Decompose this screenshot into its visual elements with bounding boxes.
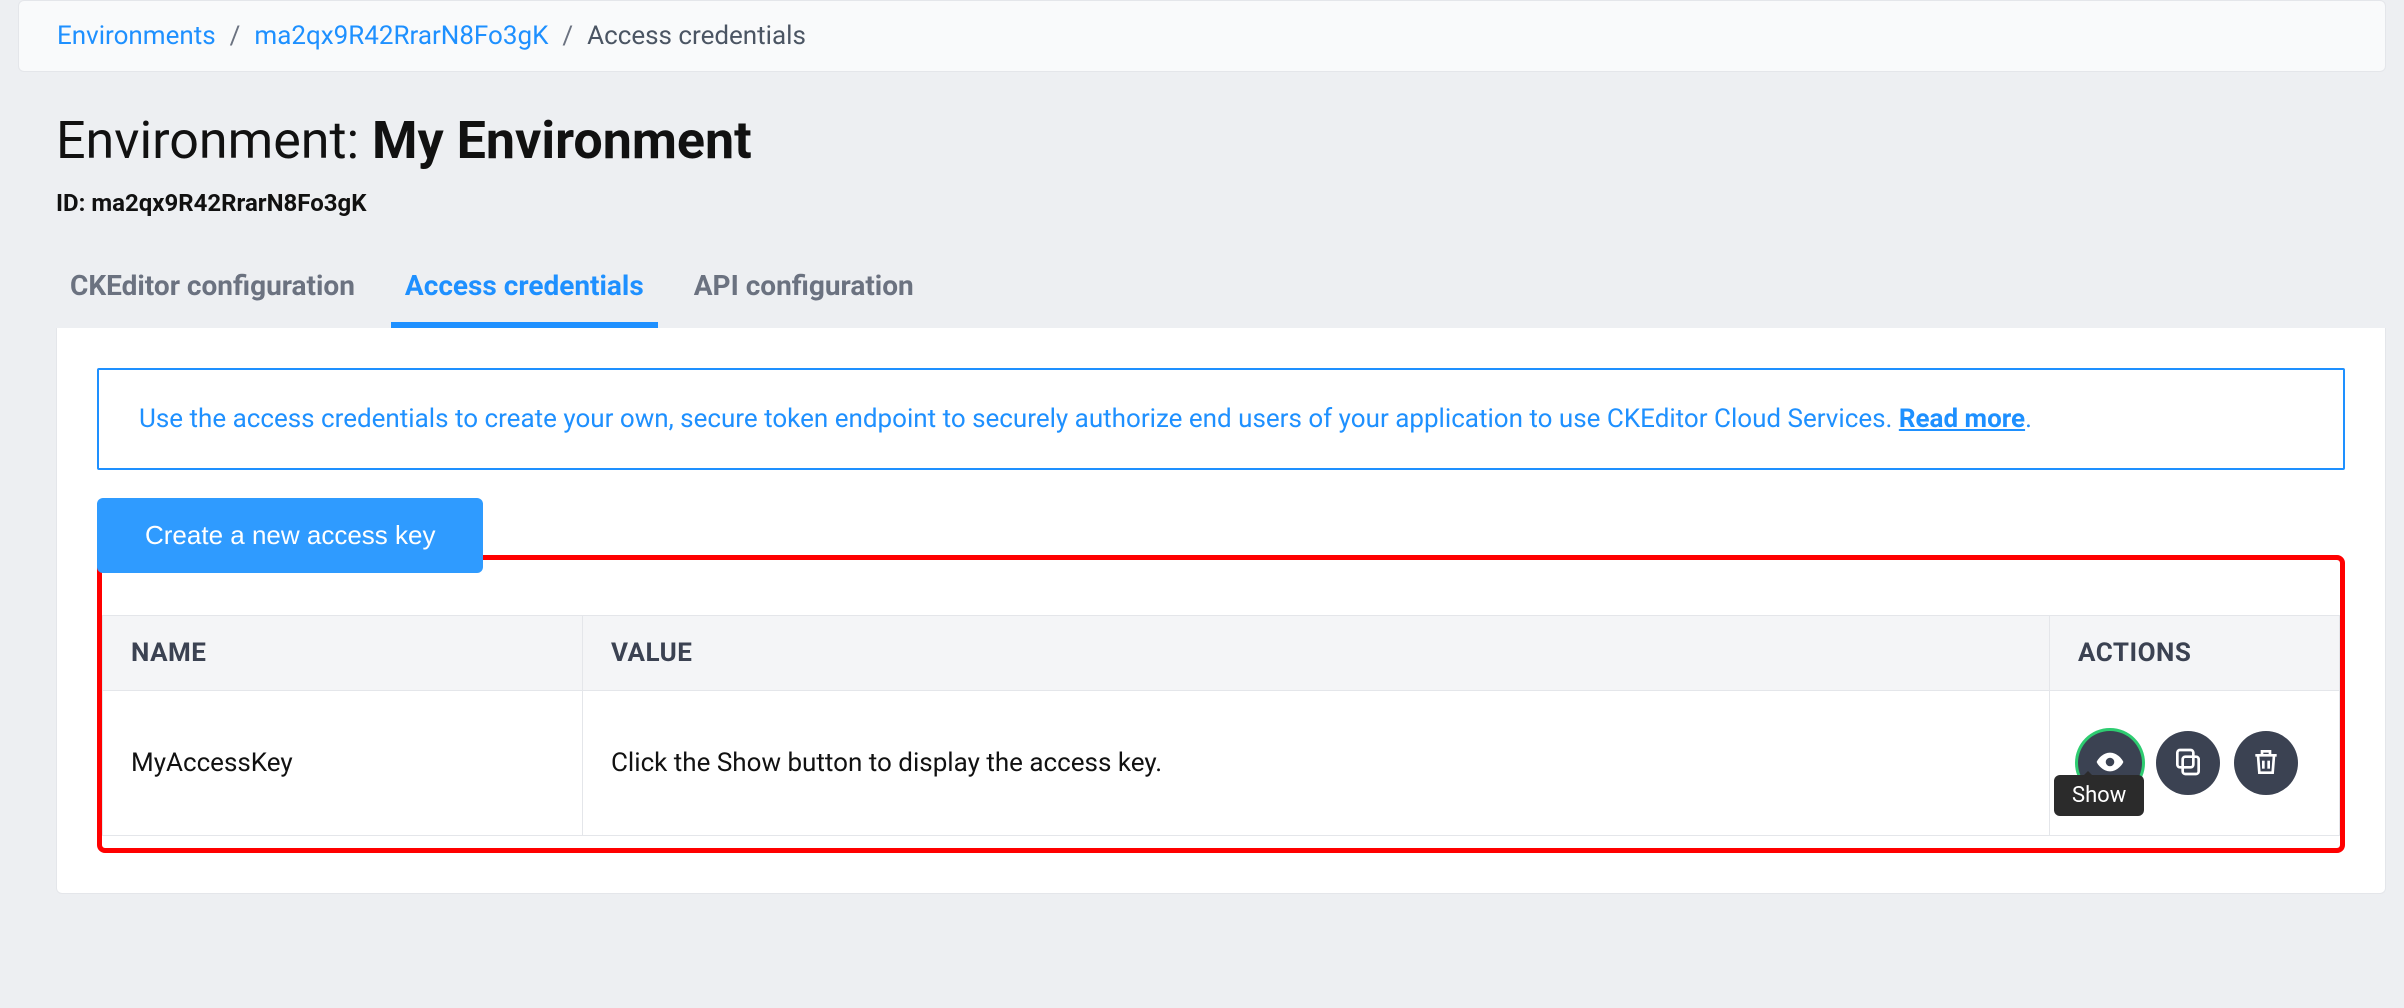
copy-key-button[interactable] bbox=[2156, 731, 2220, 795]
tab-api-configuration[interactable]: API configuration bbox=[680, 245, 928, 328]
breadcrumb: Environments / ma2qx9R42RrarN8Fo3gK / Ac… bbox=[18, 0, 2386, 72]
environment-id-value: ma2qx9R42RrarN8Fo3gK bbox=[91, 189, 366, 217]
table-header-name: NAME bbox=[103, 616, 583, 691]
trash-icon bbox=[2250, 746, 2282, 781]
tab-ckeditor-configuration[interactable]: CKEditor configuration bbox=[56, 245, 369, 328]
tooltip-show: Show bbox=[2054, 775, 2144, 816]
info-banner-trail: . bbox=[2025, 404, 2032, 434]
page-header: Environment: My Environment ID: ma2qx9R4… bbox=[18, 110, 2386, 217]
breadcrumb-current: Access credentials bbox=[587, 21, 806, 51]
copy-icon bbox=[2172, 746, 2204, 781]
breadcrumb-separator: / bbox=[230, 21, 241, 51]
cell-key-value: Click the Show button to display the acc… bbox=[583, 691, 2050, 836]
tab-panel-access-credentials: Use the access credentials to create you… bbox=[56, 328, 2386, 894]
page-title-prefix: Environment: bbox=[56, 110, 372, 171]
highlight-outline: NAME VALUE ACTIONS MyAccessKey Click the… bbox=[97, 555, 2345, 853]
delete-key-button[interactable] bbox=[2234, 731, 2298, 795]
info-banner-text: Use the access credentials to create you… bbox=[139, 404, 1899, 434]
table-row: MyAccessKey Click the Show button to dis… bbox=[103, 691, 2340, 836]
environment-id-label: ID: bbox=[56, 189, 91, 217]
create-access-key-button[interactable]: Create a new access key bbox=[97, 498, 483, 573]
page-title-name: My Environment bbox=[372, 110, 752, 171]
tab-access-credentials[interactable]: Access credentials bbox=[391, 245, 658, 328]
table-header-value: VALUE bbox=[583, 616, 2050, 691]
environment-id-line: ID: ma2qx9R42RrarN8Fo3gK bbox=[56, 189, 2386, 217]
info-banner: Use the access credentials to create you… bbox=[97, 368, 2345, 470]
breadcrumb-link-environment-id[interactable]: ma2qx9R42RrarN8Fo3gK bbox=[254, 21, 548, 51]
breadcrumb-separator: / bbox=[562, 21, 573, 51]
page-title: Environment: My Environment bbox=[56, 110, 2386, 171]
info-banner-read-more-link[interactable]: Read more bbox=[1899, 404, 2025, 434]
table-header-actions: ACTIONS bbox=[2050, 616, 2340, 691]
cell-key-name: MyAccessKey bbox=[103, 691, 583, 836]
access-keys-table: NAME VALUE ACTIONS MyAccessKey Click the… bbox=[102, 615, 2340, 836]
cell-actions: Show bbox=[2050, 691, 2340, 836]
breadcrumb-link-environments[interactable]: Environments bbox=[57, 21, 216, 51]
tabs: CKEditor configuration Access credential… bbox=[18, 245, 2386, 328]
